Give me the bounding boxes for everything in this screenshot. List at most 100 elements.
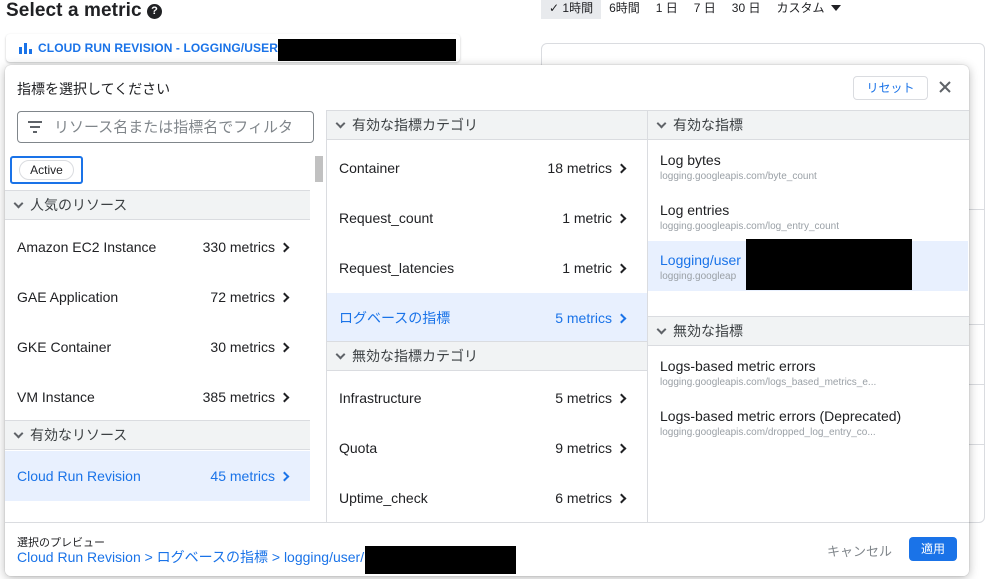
redacted-block — [746, 239, 912, 290]
section-label: 有効なリソース — [30, 427, 128, 443]
chevron-down-icon — [656, 118, 667, 128]
section-label: 無効な指標カテゴリ — [352, 348, 478, 364]
chevron-right-icon — [616, 313, 627, 323]
chart-gridline — [967, 209, 985, 210]
filter-field[interactable] — [17, 111, 314, 143]
preview-path: Cloud Run Revision > ログベースの指標 > logging/… — [17, 549, 365, 565]
chevron-down-icon — [335, 349, 346, 359]
metric-count: 330 metrics — [202, 239, 275, 255]
chevron-right-icon — [616, 393, 627, 403]
scrollbar-thumb[interactable] — [315, 156, 323, 182]
time-option-custom[interactable]: カスタム — [768, 0, 826, 19]
dialog-footer: 選択のプレビュー Cloud Run Revision > ログベースの指標 >… — [5, 522, 969, 576]
resource-row-cloud-run[interactable]: Cloud Run Revision 45 metrics — [5, 451, 310, 501]
resource-name: VM Instance — [17, 389, 95, 405]
help-icon[interactable]: ? — [147, 4, 162, 19]
active-resources-header[interactable]: 有効なリソース — [5, 420, 310, 450]
time-option-7d[interactable]: 7 日 — [686, 0, 724, 19]
redacted-block — [278, 39, 456, 61]
metric-name: Log bytes — [660, 152, 721, 168]
inactive-categories-header[interactable]: 無効な指標カテゴリ — [327, 341, 647, 371]
apply-button[interactable]: 適用 — [909, 537, 957, 561]
metric-path: logging.googleapis.com/dropped_log_entry… — [660, 427, 876, 438]
metric-count: 9 metrics — [555, 440, 612, 456]
metric-item-log-entries[interactable]: Log entries logging.googleapis.com/log_e… — [648, 191, 968, 241]
metric-count: 1 metric — [562, 210, 612, 226]
category-name: Container — [339, 160, 400, 176]
popular-resources-header[interactable]: 人気のリソース — [5, 190, 310, 220]
resource-row-gke[interactable]: GKE Container 30 metrics — [5, 322, 310, 372]
section-label: 有効な指標カテゴリ — [352, 117, 478, 133]
metric-count: 6 metrics — [555, 490, 612, 506]
metric-item-logging-user[interactable]: Logging/user logging.googleap — [648, 239, 968, 291]
chart-gridline — [967, 384, 985, 385]
time-option-30d[interactable]: 30 日 — [724, 0, 769, 19]
section-label: 人気のリソース — [30, 197, 128, 213]
chevron-right-icon — [279, 392, 290, 402]
active-categories-header[interactable]: 有効な指標カテゴリ — [327, 110, 647, 140]
chart-gridline — [967, 444, 985, 445]
resource-row-gae[interactable]: GAE Application 72 metrics — [5, 272, 310, 322]
redacted-block — [365, 546, 516, 574]
resource-name: Amazon EC2 Instance — [17, 239, 157, 255]
metric-item-logs-based-errors-deprecated[interactable]: Logs-based metric errors (Deprecated) lo… — [648, 397, 968, 447]
bar-chart-icon — [19, 42, 32, 54]
category-name: Request_latencies — [339, 260, 455, 276]
category-name: Quota — [339, 440, 378, 456]
caret-down-icon[interactable] — [830, 5, 841, 11]
category-row-request-latencies[interactable]: Request_latencies 1 metric — [327, 243, 647, 293]
chevron-right-icon — [616, 263, 627, 273]
metric-count: 385 metrics — [202, 389, 275, 405]
category-name: Uptime_check — [339, 490, 428, 506]
category-row-infrastructure[interactable]: Infrastructure 5 metrics — [327, 373, 647, 423]
metric-count: 30 metrics — [210, 339, 275, 355]
time-option-1h[interactable]: ✓ 1時間 — [541, 0, 602, 19]
chevron-right-icon — [279, 242, 290, 252]
metric-count: 45 metrics — [210, 468, 275, 484]
time-range-selector: ✓ 1時間 6時間 1 日 7 日 30 日 カスタム — [541, 0, 841, 19]
category-row-logs-based[interactable]: ログベースの指標 5 metrics — [327, 293, 647, 343]
category-row-uptime-check[interactable]: Uptime_check 6 metrics — [327, 473, 647, 523]
metric-name: Logs-based metric errors — [660, 358, 816, 374]
active-filter-chip[interactable]: Active — [10, 156, 83, 184]
category-row-container[interactable]: Container 18 metrics — [327, 143, 647, 193]
chart-gridline — [967, 324, 985, 325]
metric-item-logs-based-errors[interactable]: Logs-based metric errors logging.googlea… — [648, 347, 968, 397]
metric-path: logging.googleapis.com/log_entry_count — [660, 221, 840, 232]
chevron-down-icon — [656, 324, 667, 334]
chevron-right-icon — [616, 493, 627, 503]
time-option-6h[interactable]: 6時間 — [601, 0, 648, 19]
dialog-title: 指標を選択してください — [17, 81, 171, 97]
resource-name: GAE Application — [17, 289, 119, 305]
chevron-right-icon — [279, 292, 290, 302]
metric-count: 18 metrics — [547, 160, 612, 176]
resource-row-vm[interactable]: VM Instance 385 metrics — [5, 372, 310, 422]
chevron-right-icon — [279, 471, 290, 481]
metric-count: 72 metrics — [210, 289, 275, 305]
chevron-down-icon — [13, 428, 24, 438]
category-row-request-count[interactable]: Request_count 1 metric — [327, 193, 647, 243]
section-label: 有効な指標 — [673, 117, 743, 133]
resource-row-ec2[interactable]: Amazon EC2 Instance 330 metrics — [5, 222, 310, 272]
close-icon[interactable] — [935, 77, 955, 97]
metric-count: 5 metrics — [555, 390, 612, 406]
selected-metric-chip[interactable]: CLOUD RUN REVISION - LOGGING/USER/ — [6, 34, 460, 62]
filter-input[interactable] — [52, 117, 302, 137]
metric-item-log-bytes[interactable]: Log bytes logging.googleapis.com/byte_co… — [648, 141, 968, 191]
category-name: ログベースの指標 — [339, 310, 451, 326]
category-name: Request_count — [339, 210, 434, 226]
time-option-1d[interactable]: 1 日 — [648, 0, 686, 19]
filter-icon — [28, 121, 42, 133]
chevron-down-icon — [13, 198, 24, 208]
chevron-right-icon — [279, 342, 290, 352]
reset-button[interactable]: リセット — [853, 76, 928, 100]
cancel-button[interactable]: キャンセル — [827, 541, 892, 560]
chevron-right-icon — [616, 163, 627, 173]
active-chip-label: Active — [19, 160, 74, 180]
active-metrics-header[interactable]: 有効な指標 — [648, 110, 969, 140]
page-title: Select a metric — [6, 0, 142, 21]
inactive-metrics-header[interactable]: 無効な指標 — [648, 316, 969, 346]
metric-count: 5 metrics — [555, 310, 612, 326]
category-row-quota[interactable]: Quota 9 metrics — [327, 423, 647, 473]
resource-name: Cloud Run Revision — [17, 468, 141, 484]
